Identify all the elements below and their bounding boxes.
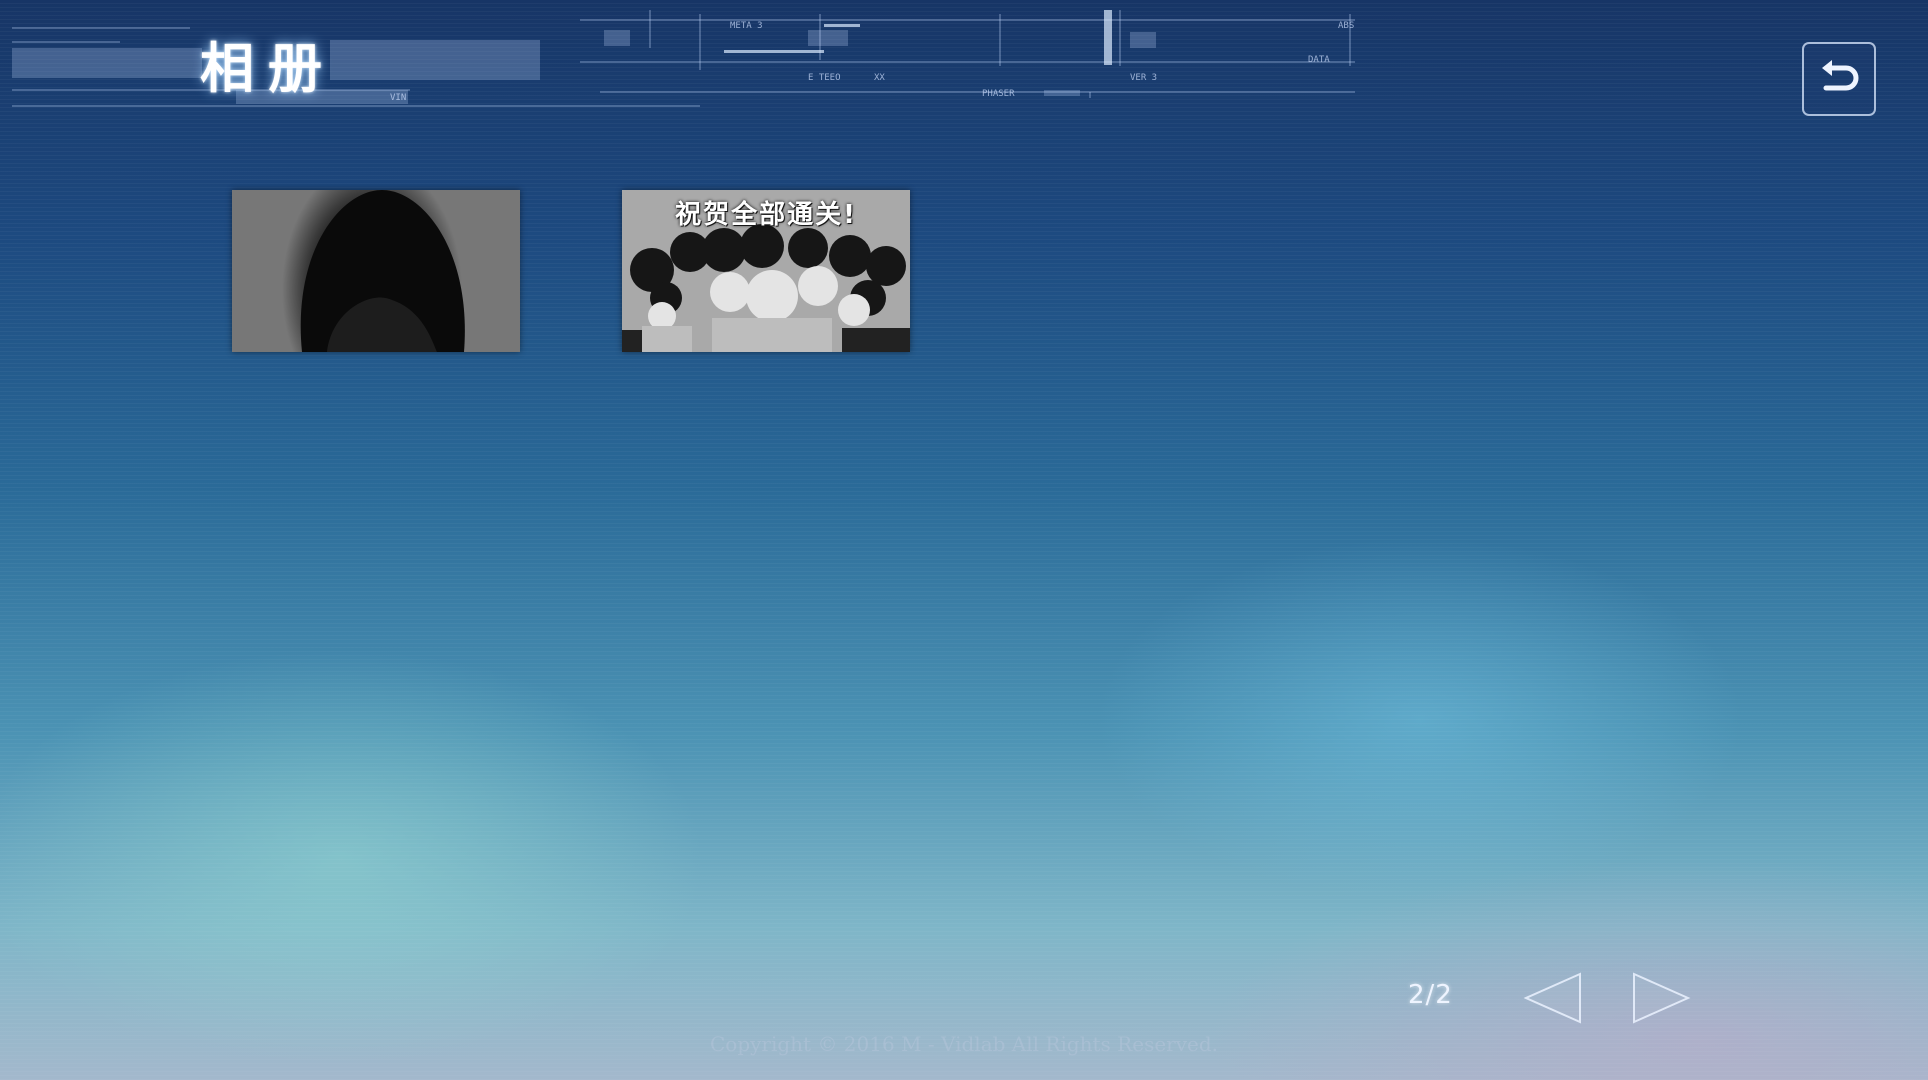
triangle-left-icon	[1523, 972, 1581, 1024]
hud-label: VIN	[390, 93, 406, 103]
thumbnail-caption: 祝贺全部通关!	[675, 200, 857, 230]
page-indicator: 2/2	[1408, 980, 1453, 1010]
gallery-thumbnail[interactable]: 祝贺全部通关!	[622, 190, 910, 352]
back-button[interactable]	[1802, 42, 1876, 116]
hud-label: META 3	[730, 21, 763, 31]
undo-arrow-icon	[1822, 60, 1859, 91]
page-title: 相册	[200, 37, 336, 100]
hud-label: DATA	[1308, 55, 1330, 65]
prev-page-button[interactable]	[1522, 970, 1584, 1026]
scanline-overlay	[0, 0, 1928, 1080]
triangle-right-icon	[1633, 972, 1691, 1024]
hud-label: VER 3	[1130, 73, 1157, 83]
hud-label: E TEEO	[808, 73, 841, 83]
hud-header: DATA PHASER VIN ABS E TEEO META 3 VER 3 …	[0, 0, 1360, 120]
copyright-text: Copyright © 2016 M - Vidlab All Rights R…	[709, 1032, 1219, 1056]
hud-label: XX	[874, 73, 885, 83]
gallery-thumbnail[interactable]	[232, 190, 520, 352]
next-page-button[interactable]	[1630, 970, 1692, 1026]
hud-label: PHASER	[982, 89, 1015, 99]
cg-dark-silhouette-image	[300, 190, 465, 352]
hud-label: ABS	[1338, 21, 1354, 31]
